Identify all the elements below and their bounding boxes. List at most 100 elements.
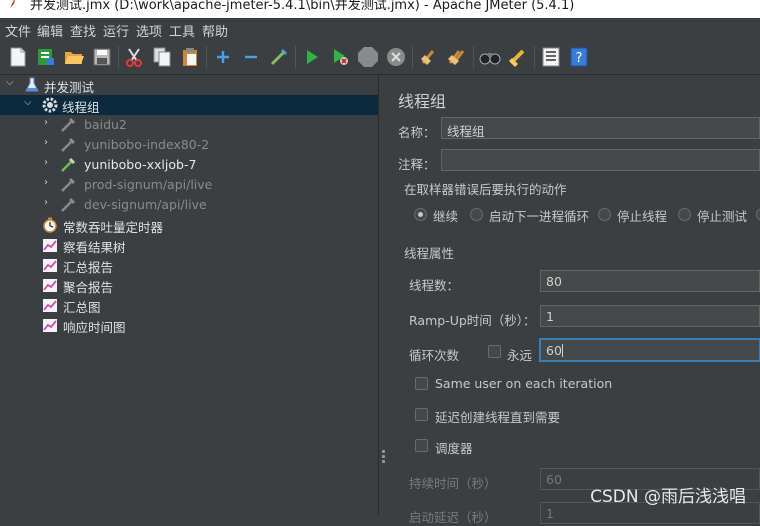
tree-node-listener[interactable]: 察看结果树	[0, 235, 378, 255]
tree-node-listener[interactable]: 汇总图	[0, 295, 378, 315]
cut-icon[interactable]	[123, 46, 145, 68]
duration-label: 持续时间（秒）	[409, 476, 497, 491]
drag-handle-icon[interactable]	[382, 450, 385, 465]
chart-icon	[43, 279, 57, 292]
toolbar-separator	[118, 46, 119, 68]
rampup-field[interactable]: 1	[540, 305, 760, 327]
shutdown-icon[interactable]	[385, 46, 407, 68]
chart-icon	[43, 239, 57, 252]
text-caret	[561, 344, 563, 357]
menu-options[interactable]: 选项	[136, 21, 162, 40]
comment-label: 注释：	[398, 157, 436, 172]
watermark: CSDN @雨后浅浅唱	[590, 487, 746, 507]
tree-node-listener[interactable]: 响应时间图	[0, 315, 378, 335]
menu-file[interactable]: 文件	[5, 21, 31, 40]
expand-icon[interactable]	[212, 46, 234, 68]
collapse-icon[interactable]	[240, 46, 262, 68]
pipette-icon	[61, 197, 76, 212]
delay-label: 延迟创建线程直到需要	[435, 410, 561, 425]
toolbar-separator	[295, 46, 296, 68]
open-icon[interactable]	[63, 46, 85, 68]
window-title-bar: 并发测试.jmx (D:\work\apache-jmeter-5.4.1\bi…	[0, 0, 760, 18]
loop-count-field[interactable]: 60	[540, 339, 760, 361]
chevron-down-icon[interactable]: ⌵	[6, 77, 14, 88]
toggle-icon[interactable]	[268, 46, 290, 68]
pipette-icon	[61, 177, 76, 192]
feather-icon	[10, 0, 15, 8]
tree-label: 察看结果树	[63, 240, 126, 255]
tree-label: baidu2	[84, 117, 127, 132]
tree-node-listener[interactable]: 汇总报告	[0, 255, 378, 275]
thread-group-panel: 线程组 名称： 线程组 注释： 在取样器错误后要执行的动作 继续 启动下一进程循…	[388, 75, 760, 525]
start-icon[interactable]	[301, 46, 323, 68]
chevron-right-icon[interactable]: ›	[44, 137, 48, 148]
tree-node-sampler[interactable]: › prod-signum/api/live	[0, 175, 378, 195]
help-icon[interactable]: ?	[568, 46, 590, 68]
pipette-icon	[61, 137, 76, 152]
chevron-right-icon[interactable]: ›	[44, 117, 48, 128]
page-title: 线程组	[398, 92, 447, 111]
svg-text:?: ?	[576, 51, 583, 66]
search-icon[interactable]	[479, 46, 501, 68]
chevron-down-icon[interactable]: ⌵	[24, 97, 32, 108]
same-user-label: Same user on each iteration	[435, 376, 613, 391]
save-icon[interactable]	[91, 46, 113, 68]
reset-search-icon[interactable]	[507, 46, 529, 68]
delay-thread-creation-checkbox[interactable]	[415, 408, 428, 421]
menu-bar: 文件 编辑 查找 运行 选项 工具 帮助	[0, 18, 760, 40]
chevron-right-icon[interactable]: ›	[44, 157, 48, 168]
tree-node-sampler[interactable]: › baidu2	[0, 115, 378, 135]
radio-start-next-loop[interactable]	[470, 208, 483, 221]
templates-icon[interactable]	[35, 46, 57, 68]
scheduler-label: 调度器	[435, 441, 473, 456]
flask-icon	[25, 77, 39, 92]
tree-label: dev-signum/api/live	[84, 197, 207, 212]
scheduler-checkbox[interactable]	[415, 439, 428, 452]
window-title: 并发测试.jmx (D:\work\apache-jmeter-5.4.1\bi…	[30, 0, 575, 13]
stop-icon[interactable]	[357, 46, 379, 68]
menu-edit[interactable]: 编辑	[37, 21, 63, 40]
name-field[interactable]: 线程组	[441, 117, 760, 139]
paste-icon[interactable]	[179, 46, 201, 68]
start-no-pause-icon[interactable]	[329, 46, 351, 68]
toolbar-separator	[473, 46, 474, 68]
radio-stop-test[interactable]	[678, 208, 691, 221]
tree-node-listener[interactable]: 聚合报告	[0, 275, 378, 295]
startup-delay-label: 启动延迟（秒）	[409, 510, 497, 525]
tree-label: 常数吞吐量定时器	[63, 220, 164, 235]
tree-label: yunibobo-xxljob-7	[84, 157, 197, 172]
tree-node-thread-group[interactable]: ⌵ 线程组	[0, 95, 378, 115]
chevron-right-icon[interactable]: ›	[44, 177, 48, 188]
copy-icon[interactable]	[151, 46, 173, 68]
tree-node-sampler[interactable]: › yunibobo-index80-2	[0, 135, 378, 155]
tree-node-sampler[interactable]: › dev-signum/api/live	[0, 195, 378, 215]
tree-label: prod-signum/api/live	[84, 177, 213, 192]
threads-field[interactable]: 80	[540, 270, 760, 292]
menu-search[interactable]: 查找	[70, 21, 96, 40]
comment-field[interactable]	[441, 149, 760, 171]
tree-node-timer[interactable]: 常数吞吐量定时器	[0, 215, 378, 235]
tree-label: 并发测试	[44, 80, 95, 95]
function-helper-icon[interactable]	[540, 46, 562, 68]
toolbar-separator	[534, 46, 535, 68]
menu-run[interactable]: 运行	[103, 21, 129, 40]
chart-icon	[43, 319, 57, 332]
clear-icon[interactable]	[418, 46, 440, 68]
menu-help[interactable]: 帮助	[202, 21, 228, 40]
clear-all-icon[interactable]	[446, 46, 468, 68]
radio-stop-test-now[interactable]	[756, 208, 760, 221]
tree-label: yunibobo-index80-2	[84, 137, 210, 152]
radio-stop-thread[interactable]	[598, 208, 611, 221]
forever-checkbox[interactable]	[488, 345, 501, 358]
radio-continue[interactable]	[414, 208, 427, 221]
tree-node-sampler[interactable]: › yunibobo-xxljob-7	[0, 155, 378, 175]
same-user-checkbox[interactable]	[415, 377, 428, 390]
test-plan-tree: ⌵ 并发测试 ⌵ 线程组 › baidu2 › yunibobo-index80…	[0, 75, 378, 515]
tree-node-test-plan[interactable]: ⌵ 并发测试	[0, 75, 378, 95]
name-label: 名称：	[398, 125, 436, 140]
new-icon[interactable]	[7, 46, 29, 68]
toolbar-separator	[206, 46, 207, 68]
menu-tools[interactable]: 工具	[169, 21, 195, 40]
chevron-right-icon[interactable]: ›	[44, 197, 48, 208]
pipette-icon	[61, 157, 76, 172]
